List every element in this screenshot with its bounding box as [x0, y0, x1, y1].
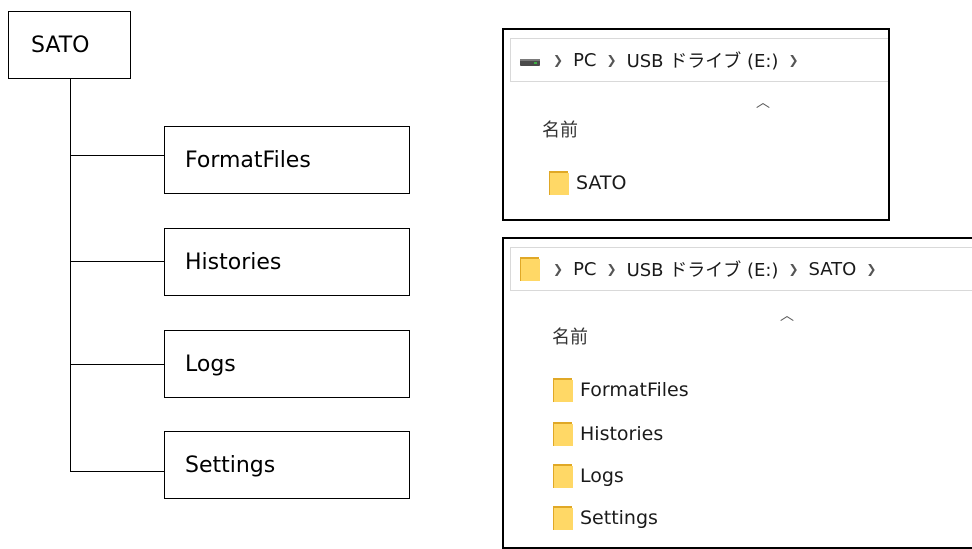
- tree-root-label: SATO: [31, 32, 90, 58]
- folder-item[interactable]: FormatFiles: [552, 377, 689, 403]
- tree-branch-line: [70, 471, 164, 472]
- breadcrumb-usb-drive[interactable]: USB ドライブ (E:): [627, 256, 779, 282]
- column-header-name[interactable]: 名前: [542, 116, 578, 142]
- tree-child-node: Settings: [164, 431, 410, 499]
- folder-name: SATO: [576, 172, 627, 194]
- breadcrumb-pc[interactable]: PC: [573, 50, 596, 71]
- address-bar[interactable]: ❯ PC ❯ USB ドライブ (E:) ❯: [510, 38, 888, 82]
- chevron-right-icon: ❯: [606, 262, 617, 276]
- folder-item[interactable]: Histories: [552, 421, 663, 447]
- folder-icon: [552, 421, 574, 447]
- chevron-right-icon: ❯: [606, 53, 617, 67]
- chevron-right-icon: ❯: [553, 53, 564, 67]
- tree-child-label: Histories: [185, 249, 282, 275]
- folder-name: Settings: [580, 507, 658, 529]
- chevron-right-icon: ❯: [788, 53, 799, 67]
- chevron-right-icon: ❯: [553, 262, 564, 276]
- tree-branch-line: [70, 261, 164, 262]
- tree-child-label: FormatFiles: [185, 147, 311, 173]
- folder-item[interactable]: Settings: [552, 505, 658, 531]
- tree-trunk-line: [70, 79, 71, 472]
- explorer-window-sato: ❯ PC ❯ USB ドライブ (E:) ❯ SATO ❯ ︿ 名前 Forma…: [502, 237, 972, 549]
- folder-icon: [548, 170, 570, 196]
- chevron-right-icon: ❯: [788, 262, 799, 276]
- folder-icon: [552, 505, 574, 531]
- tree-child-node: Histories: [164, 228, 410, 296]
- usb-drive-icon: [519, 53, 541, 67]
- sort-ascending-icon: ︿: [780, 308, 794, 324]
- tree-branch-line: [70, 364, 164, 365]
- breadcrumb-pc[interactable]: PC: [573, 259, 596, 280]
- folder-icon: [552, 463, 574, 489]
- folder-icon: [519, 256, 541, 282]
- tree-child-label: Settings: [185, 452, 276, 478]
- column-header-name[interactable]: 名前: [552, 323, 588, 349]
- tree-child-node: FormatFiles: [164, 126, 410, 194]
- address-bar[interactable]: ❯ PC ❯ USB ドライブ (E:) ❯ SATO ❯: [510, 247, 972, 291]
- folder-name: Logs: [580, 465, 624, 487]
- tree-child-node: Logs: [164, 330, 410, 398]
- tree-root-node: SATO: [8, 11, 131, 79]
- folder-name: FormatFiles: [580, 379, 689, 401]
- tree-branch-line: [70, 155, 164, 156]
- folder-name: Histories: [580, 423, 664, 445]
- folder-item[interactable]: Logs: [552, 463, 624, 489]
- breadcrumb-sato[interactable]: SATO: [809, 259, 857, 280]
- folder-item[interactable]: SATO: [548, 170, 627, 196]
- breadcrumb-usb-drive[interactable]: USB ドライブ (E:): [627, 47, 779, 73]
- explorer-window-drive-root: ❯ PC ❯ USB ドライブ (E:) ❯ ︿ 名前 SATO: [502, 28, 890, 221]
- sort-ascending-icon: ︿: [756, 95, 770, 111]
- chevron-right-icon: ❯: [866, 262, 877, 276]
- tree-child-label: Logs: [185, 351, 236, 377]
- folder-icon: [552, 377, 574, 403]
